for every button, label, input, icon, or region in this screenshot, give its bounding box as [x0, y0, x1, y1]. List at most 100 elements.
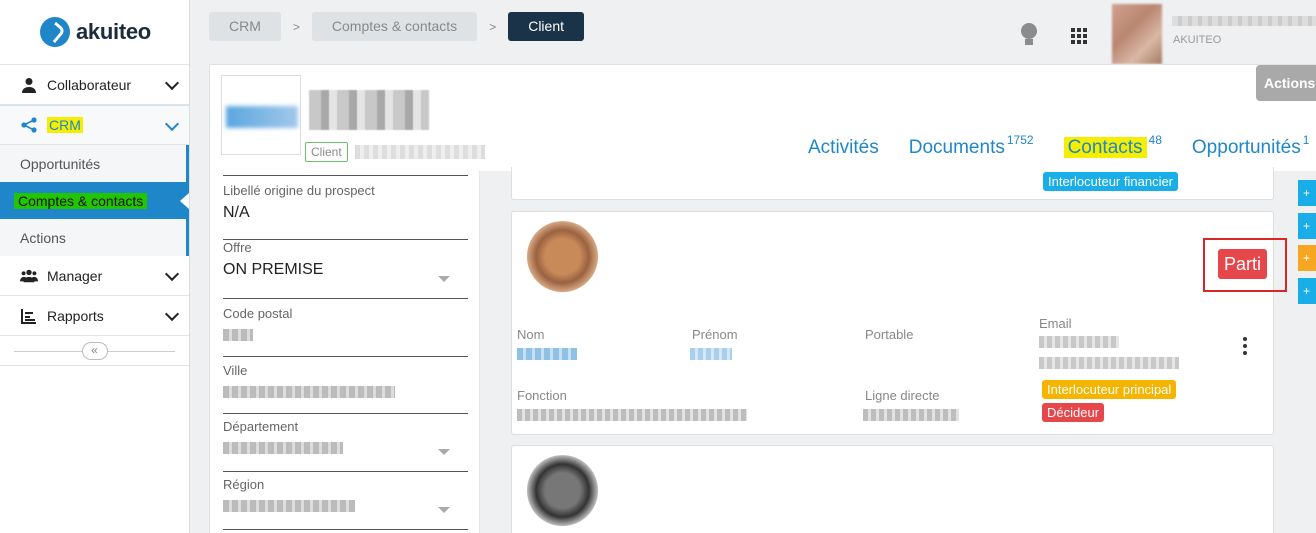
user-company: AKUITEO [1173, 34, 1222, 46]
field-label: Libellé origine du prospect [223, 183, 375, 198]
contact-tag: Interlocuteur financier [1043, 172, 1179, 191]
lightbulb-icon[interactable] [1021, 23, 1037, 45]
label-nom: Nom [517, 327, 545, 342]
sidebar-item-label: CRM [47, 117, 83, 133]
tab-contacts[interactable]: Contacts 48 [1063, 133, 1162, 171]
side-add-button[interactable]: + [1298, 278, 1316, 304]
users-icon [20, 267, 38, 285]
status-badge: Parti [1218, 249, 1268, 279]
collapse-sidebar-button[interactable]: « [81, 341, 108, 360]
tab-count: 1752 [1006, 133, 1034, 147]
contact-fonction-redacted [517, 409, 747, 421]
field-ville[interactable]: Ville [223, 357, 468, 414]
field-label: Département [223, 419, 299, 434]
label-portable: Portable [865, 327, 914, 342]
breadcrumb-item-client: Client [508, 12, 584, 41]
side-add-button[interactable]: + [1298, 245, 1316, 271]
field-label: Offre [223, 240, 252, 255]
chevron-down-icon [164, 266, 180, 282]
contact-email-redacted[interactable] [1039, 336, 1119, 348]
sidebar-subitem-comptes-contacts[interactable]: Comptes & contacts [0, 182, 189, 219]
field-offre[interactable]: Offre ON PREMISE [223, 240, 468, 299]
label-fonction: Fonction [517, 388, 567, 403]
label-prenom: Prénom [692, 327, 738, 342]
actions-button[interactable]: Actions [1256, 65, 1316, 101]
field-value: ON PREMISE [223, 261, 324, 278]
sidebar-subitem-opportunites[interactable]: Opportunités [0, 145, 186, 182]
field-value-redacted [223, 442, 343, 454]
caret-down-icon [438, 276, 450, 282]
logo[interactable]: akuiteo [0, 0, 189, 65]
side-add-button[interactable]: + [1298, 180, 1316, 206]
field-value: N/A [223, 204, 250, 221]
contact-phone-redacted[interactable] [863, 409, 959, 421]
field-label: Région [223, 477, 265, 492]
tab-label: Documents [908, 137, 1005, 158]
field-departement[interactable]: Département [223, 414, 468, 472]
chevron-down-icon [164, 75, 180, 91]
contact-prenom-redacted[interactable] [690, 348, 732, 360]
sidebar-item-crm[interactable]: CRM [0, 105, 189, 145]
divider [223, 175, 468, 176]
breadcrumb-separator: > [292, 19, 300, 34]
breadcrumb: CRM > Comptes & contacts > Client [209, 12, 584, 41]
chevron-down-icon [164, 116, 180, 132]
caret-down-icon [438, 449, 450, 455]
user-icon [20, 76, 38, 94]
tab-label: Opportunités [1191, 137, 1301, 158]
contact-tag: Décideur [1042, 403, 1105, 422]
sidebar-item-rapports[interactable]: Rapports [0, 296, 189, 336]
client-code-redacted [355, 145, 485, 159]
user-name-redacted [1172, 16, 1316, 26]
field-value-redacted [223, 500, 355, 512]
tab-count: 1 [1302, 133, 1310, 147]
breadcrumb-item-comptes-contacts[interactable]: Comptes & contacts [311, 12, 478, 41]
account-panel: Client Activités Documents 1752 Contacts 4… [209, 64, 1316, 533]
chart-icon [20, 307, 38, 325]
apps-grid-icon[interactable] [1071, 28, 1087, 44]
account-tabs: Activités Documents 1752 Contacts 48 Oppor… [808, 133, 1316, 171]
contacts-list: Interlocuteur financier Parti Nom Prénom… [480, 167, 1316, 533]
logo-text: akuiteo [76, 19, 151, 44]
tab-count: 48 [1148, 133, 1162, 147]
field-value-redacted [223, 386, 395, 398]
crm-submenu: Opportunités Comptes & contacts Actions [0, 145, 189, 256]
sidebar-item-label: Rapports [47, 307, 104, 324]
sidebar-subitem-label: Comptes & contacts [14, 192, 148, 209]
tab-opportunites[interactable]: Opportunités 1 [1191, 133, 1309, 159]
label-ligne-directe: Ligne directe [865, 388, 940, 403]
field-code-postal[interactable]: Code postal [223, 299, 468, 357]
side-add-button[interactable]: + [1298, 213, 1316, 239]
avatar [523, 221, 602, 300]
avatar[interactable] [1112, 4, 1162, 64]
more-options-icon[interactable] [1243, 337, 1247, 358]
akuiteo-logo-icon [40, 17, 70, 47]
account-fields: Libellé origine du prospect N/A Offre ON… [210, 171, 480, 533]
client-badge: Client [305, 142, 348, 162]
contact-card: Parti Nom Prénom Portable Email Fonction… [511, 211, 1287, 435]
field-value-redacted [223, 329, 253, 341]
label-email: Email [1039, 316, 1072, 331]
tab-activites[interactable]: Activités [808, 137, 879, 159]
field-region[interactable]: Région [223, 472, 468, 530]
sidebar: akuiteo Collaborateur CRM Opportunités C… [0, 0, 190, 533]
breadcrumb-separator: > [489, 19, 497, 34]
chevron-down-icon [164, 306, 180, 322]
sidebar-item-collaborateur[interactable]: Collaborateur [0, 65, 189, 105]
tab-label: Activités [808, 137, 879, 158]
sidebar-item-label: Manager [47, 267, 103, 284]
field-label: Ville [223, 363, 248, 378]
tab-label: Contacts [1063, 137, 1147, 158]
field-origine-prospect[interactable]: Libellé origine du prospect N/A [223, 183, 468, 240]
company-logo [221, 75, 301, 155]
contact-nom-redacted[interactable] [517, 348, 577, 360]
sidebar-subitem-actions[interactable]: Actions [0, 219, 186, 256]
sidebar-item-manager[interactable]: Manager [0, 256, 189, 296]
contact-card: Interlocuteur financier [511, 167, 1274, 200]
breadcrumb-item-crm[interactable]: CRM [209, 12, 281, 41]
contact-card [511, 445, 1274, 533]
tab-documents[interactable]: Documents 1752 [908, 133, 1034, 159]
sidebar-item-label: Collaborateur [47, 76, 132, 93]
contact-email-redacted[interactable] [1039, 357, 1179, 369]
sidebar-collapse-row: « [0, 336, 189, 366]
